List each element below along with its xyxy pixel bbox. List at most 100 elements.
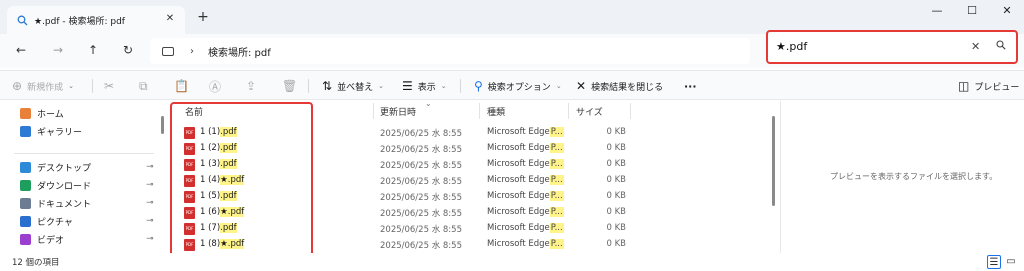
trash-icon: 🗑 [282,79,298,93]
column-header-date[interactable]: 更新日時 [380,105,416,118]
pin-icon[interactable]: ⊸ [146,234,154,244]
view-list-icon: ☰ [402,79,413,93]
preview-pane-button[interactable]: ◫ プレビュー [958,78,1019,94]
close-tab-button[interactable]: ✕ [163,12,177,26]
search-match-highlight: P... [549,191,564,201]
rename-icon: Ⓐ [209,79,222,94]
column-divider[interactable] [630,103,631,119]
file-type: Microsoft EdgeP... [487,223,564,233]
file-type-text: Microsoft Edge [487,175,550,185]
chevron-down-icon: ⌄ [378,82,384,90]
file-modified-date: 2025/06/25 水 8:55 [380,129,462,139]
plus-circle-icon: ⊕ [12,79,23,93]
search-input[interactable]: ★.pdf ✕ [766,30,1018,64]
download-icon [20,179,31,191]
close-window-button[interactable]: ✕ [998,3,1016,19]
search-match-highlight: P... [549,207,564,217]
column-divider[interactable] [373,103,374,119]
search-match-highlight: P... [549,223,564,233]
search-query[interactable]: ★.pdf [776,40,807,53]
search-options-label: 検索オプション [487,82,551,93]
file-type-text: Microsoft Edge [487,191,550,201]
sidebar-item-documents[interactable]: ドキュメント [20,196,91,210]
tab-title: ★.pdf - 検索場所: pdf [34,16,125,27]
file-type-text: Microsoft Edge [487,223,550,233]
preview-pane: プレビューを表示するファイルを選択します。 [780,101,1024,253]
file-type: Microsoft EdgeP... [487,159,564,169]
close-icon: ✕ [576,79,587,93]
file-type: Microsoft EdgeP... [487,143,564,153]
file-type-text: Microsoft Edge [487,143,550,153]
sidebar-item-desktop[interactable]: デスクトップ [20,160,91,174]
column-header-type[interactable]: 種類 [487,105,505,118]
sidebar-item-downloads[interactable]: ダウンロード [20,178,91,192]
clear-search-button[interactable]: ✕ [971,40,980,53]
paste-button[interactable]: 📋 [174,78,194,94]
pin-icon[interactable]: ⊸ [146,198,154,208]
column-divider[interactable] [568,103,569,119]
file-list-scrollbar[interactable] [772,116,775,206]
maximize-button[interactable]: ☐ [963,3,981,19]
new-button[interactable]: ⊕ 新規作成 ⌄ [12,78,74,94]
sidebar-item-gallery[interactable]: ギャラリー [20,124,82,138]
sidebar-item-videos[interactable]: ビデオ [20,232,64,246]
sort-button[interactable]: ⇅ 並べ替え ⌄ [322,78,384,94]
more-options-button[interactable]: ··· [684,78,697,94]
tab-search-results[interactable]: ★.pdf - 検索場所: pdf ✕ [7,6,185,34]
file-size: 0 KB [606,159,626,169]
rename-button[interactable]: Ⓐ [209,78,226,94]
file-size: 0 KB [606,127,626,137]
search-icon [17,15,28,25]
file-size: 0 KB [606,143,626,153]
share-button[interactable]: ⇪ [246,78,261,94]
pin-icon[interactable]: ⊸ [146,162,154,172]
title-bar: ★.pdf - 検索場所: pdf ✕ + — ☐ ✕ [0,0,1024,34]
sidebar-item-label: デスクトップ [37,163,92,174]
sidebar-item-label: ドキュメント [37,199,92,210]
divider [460,79,461,93]
search-options-icon: ⚲ [474,79,483,93]
refresh-button[interactable]: ↻ [119,41,137,59]
share-icon: ⇪ [246,79,257,93]
navigation-pane: ホーム ギャラリー デスクトップ ⊸ ダウンロード ⊸ ドキュメント ⊸ ピクチ… [0,101,160,253]
copy-icon: ⧉ [139,78,148,93]
pin-icon[interactable]: ⊸ [146,216,154,226]
close-search-button[interactable]: ✕ 検索結果を閉じる [576,78,663,94]
forward-button[interactable]: → [49,41,67,59]
view-label: 表示 [417,82,436,93]
file-type-text: Microsoft Edge [487,159,550,169]
status-bar: 12 個の項目 ☰ ▭ [0,253,1024,271]
search-icon [996,40,1006,50]
copy-button[interactable]: ⧉ [139,78,153,94]
sidebar-item-label: ピクチャ [37,217,73,228]
sidebar-item-label: ダウンロード [37,181,92,192]
address-bar[interactable]: › 検索場所: pdf [150,38,750,64]
sidebar-item-label: ギャラリー [37,127,83,138]
search-match-highlight: P... [549,159,564,169]
search-match-highlight: P... [549,175,564,185]
back-button[interactable]: ← [12,41,30,59]
column-header-size[interactable]: サイズ [576,105,603,118]
delete-button[interactable]: 🗑 [282,78,302,94]
sidebar-item-pictures[interactable]: ピクチャ [20,214,73,228]
file-type-text: Microsoft Edge [487,239,550,249]
search-button[interactable] [996,40,1006,53]
sidebar-scrollbar[interactable] [161,116,164,134]
search-options-button[interactable]: ⚲ 検索オプション ⌄ [474,78,562,94]
close-search-label: 検索結果を閉じる [591,82,664,93]
chevron-right-icon[interactable]: › [190,46,194,57]
minimize-button[interactable]: — [928,3,946,19]
up-button[interactable]: ↑ [84,41,102,59]
preview-message: プレビューを表示するファイルを選択します。 [830,172,998,181]
scissors-icon: ✂ [104,79,115,93]
home-icon [20,107,31,119]
column-divider[interactable] [479,103,480,119]
details-view-button[interactable]: ☰ [987,255,1001,269]
cut-button[interactable]: ✂ [104,78,119,94]
tiles-view-button[interactable]: ▭ [1004,255,1018,269]
file-size: 0 KB [606,223,626,233]
pin-icon[interactable]: ⊸ [146,180,154,190]
new-tab-button[interactable]: + [195,9,211,25]
view-button[interactable]: ☰ 表示 ⌄ [402,78,447,94]
sidebar-item-home[interactable]: ホーム [20,106,64,120]
